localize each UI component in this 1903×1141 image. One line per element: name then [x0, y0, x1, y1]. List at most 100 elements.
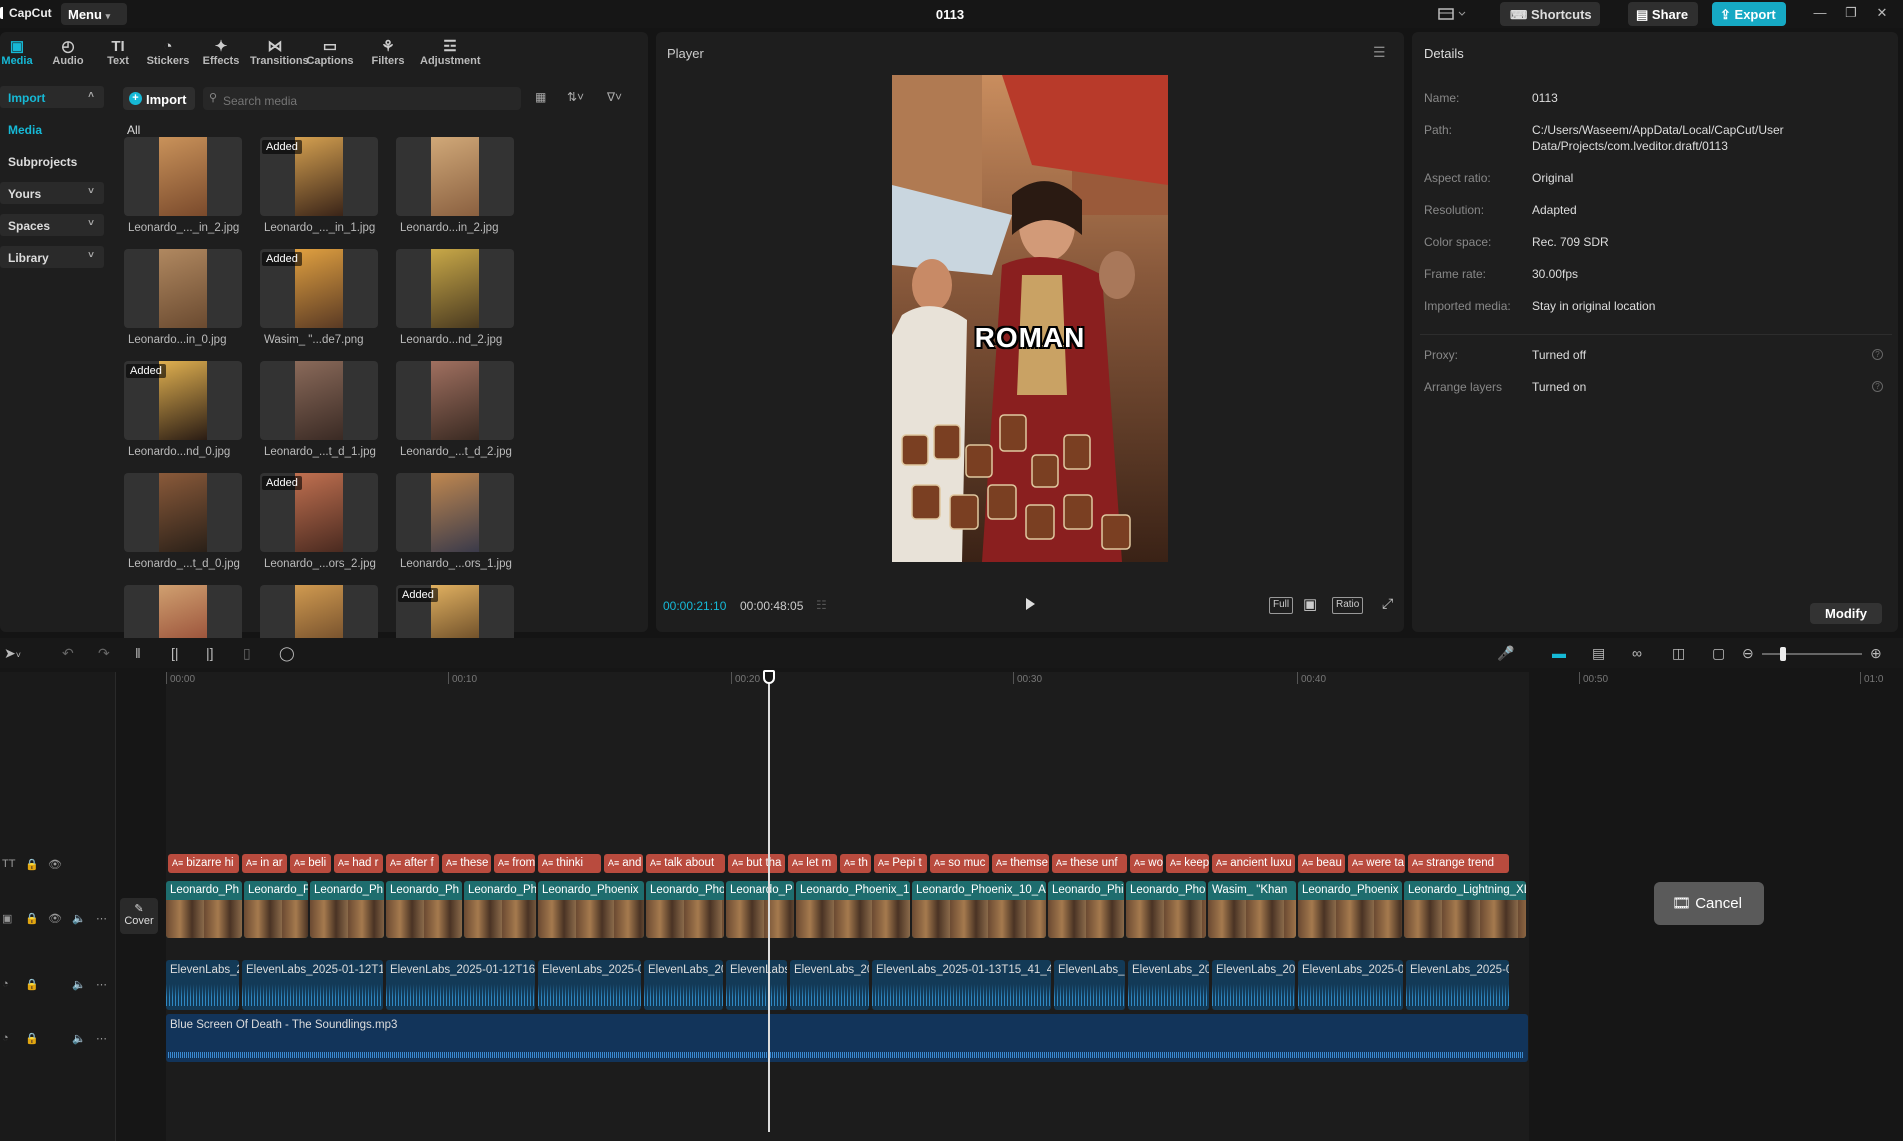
voiceover-clip[interactable]: ElevenLabs_2: [1054, 960, 1125, 1010]
tab-text[interactable]: TΙ Text: [93, 38, 143, 74]
caption-clip[interactable]: A≡ beli: [290, 854, 331, 873]
media-thumbnail[interactable]: [124, 249, 242, 328]
caption-clip[interactable]: A≡ these unf: [1052, 854, 1127, 873]
export-button[interactable]: ⇪ Export: [1712, 2, 1786, 26]
voiceover-clip[interactable]: ElevenLabs_2025-01-12T16_1: [386, 960, 535, 1010]
more-icon[interactable]: ⋯: [96, 1032, 107, 1045]
lock-icon[interactable]: 🔒: [25, 858, 39, 871]
search-input[interactable]: [203, 87, 521, 110]
tab-filters[interactable]: ⚘ Filters: [363, 38, 413, 74]
zoom-out-icon[interactable]: ⊖: [1742, 645, 1754, 662]
minimize-icon[interactable]: —: [1811, 5, 1829, 23]
tab-stickers[interactable]: ◔ Stickers: [143, 38, 193, 74]
speaker-icon[interactable]: 🔈: [72, 912, 86, 925]
media-thumbnail[interactable]: [396, 137, 514, 216]
video-clip[interactable]: Leonardo_Ph: [386, 881, 462, 938]
lock-icon[interactable]: 🔒: [25, 978, 39, 991]
caption-clip[interactable]: A≡ talk about: [646, 854, 725, 873]
voiceover-clip[interactable]: ElevenLabs_202: [1128, 960, 1209, 1010]
caption-clip[interactable]: A≡ from: [494, 854, 535, 873]
caption-toggle-icon[interactable]: ▢: [1712, 645, 1725, 662]
media-thumbnail[interactable]: [396, 473, 514, 552]
voiceover-clip[interactable]: ElevenLabs_2: [166, 960, 239, 1010]
sidebar-item-spaces[interactable]: Spaces ˅: [0, 214, 104, 236]
more-icon[interactable]: ⋯: [96, 912, 107, 925]
more-icon[interactable]: ⋯: [96, 978, 107, 991]
video-clip[interactable]: Leonardo_Ph: [166, 881, 242, 938]
lock-icon[interactable]: 🔒: [25, 912, 39, 925]
voiceover-clip[interactable]: ElevenLabs_202: [790, 960, 869, 1010]
hamburger-menu-icon[interactable]: ☰: [1373, 44, 1386, 61]
video-clip[interactable]: Wasim_ "Khan: [1208, 881, 1296, 938]
caption-clip[interactable]: A≡ keep: [1166, 854, 1209, 873]
split-left-icon[interactable]: [|: [171, 645, 179, 661]
sidebar-item-subprojects[interactable]: Subprojects: [0, 150, 104, 172]
full-button[interactable]: Full: [1269, 597, 1294, 614]
microphone-icon[interactable]: 🎤: [1497, 645, 1514, 662]
tab-effects[interactable]: ✦ Effects: [196, 38, 246, 74]
linkage-icon[interactable]: ∞: [1632, 645, 1642, 661]
sidebar-item-yours[interactable]: Yours ˅: [0, 182, 104, 204]
layout-icon[interactable]: [1437, 6, 1469, 22]
playhead-handle[interactable]: [763, 670, 775, 684]
voiceover-clip[interactable]: ElevenLabs_2025-01: [1406, 960, 1509, 1010]
sort-icon[interactable]: ⇅˅: [567, 90, 584, 104]
video-preview[interactable]: [892, 75, 1168, 562]
tab-adjustment[interactable]: ☲ Adjustment: [420, 38, 481, 74]
restore-icon[interactable]: ❐: [1842, 5, 1860, 23]
caption-clip[interactable]: A≡ let m: [788, 854, 837, 873]
tab-media[interactable]: ▣ Media: [0, 38, 42, 74]
undo-icon[interactable]: ↶: [62, 645, 74, 662]
media-thumbnail[interactable]: [124, 473, 242, 552]
voiceover-clip[interactable]: ElevenLabs_2025-01: [538, 960, 641, 1010]
caption-clip[interactable]: A≡ th: [840, 854, 871, 873]
split-right-icon[interactable]: |]: [206, 645, 214, 661]
help-icon[interactable]: ?: [1872, 349, 1883, 360]
video-clip[interactable]: Leonardo_Ph: [310, 881, 384, 938]
playhead[interactable]: [768, 672, 770, 1132]
sidebar-item-media[interactable]: Media: [0, 118, 104, 140]
split-icon[interactable]: ‖: [135, 645, 141, 661]
caption-clip[interactable]: A≡ themse: [992, 854, 1049, 873]
share-button[interactable]: ▤ Share: [1628, 2, 1698, 26]
ratio-button[interactable]: Ratio: [1332, 597, 1364, 614]
voiceover-clip[interactable]: ElevenLabs_2025-01-12T16: [242, 960, 383, 1010]
caption-clip[interactable]: A≡ beau: [1298, 854, 1345, 873]
video-clip[interactable]: Leonardo_Phoenix: [1298, 881, 1402, 938]
media-thumbnail[interactable]: [260, 361, 378, 440]
caption-clip[interactable]: A≡ Pepi t: [874, 854, 927, 873]
sidebar-item-import[interactable]: Import ˄: [0, 86, 104, 108]
auto-snap-icon[interactable]: ▤: [1592, 645, 1605, 662]
caption-clip[interactable]: A≡ these: [442, 854, 491, 873]
import-button[interactable]: + Import: [123, 87, 195, 110]
caption-clip[interactable]: A≡ bizarre hi: [168, 854, 239, 873]
shield-icon[interactable]: ◯: [279, 645, 295, 662]
video-clip[interactable]: Leonardo_Phi: [1048, 881, 1124, 938]
eye-icon[interactable]: 👁: [48, 858, 62, 871]
video-clip[interactable]: Leonardo_Phoenix_1: [796, 881, 910, 938]
caption-clip[interactable]: A≡ were ta: [1348, 854, 1405, 873]
caption-clip[interactable]: A≡ so muc: [930, 854, 989, 873]
shortcuts-button[interactable]: ⌨ Shortcuts: [1500, 2, 1600, 26]
voiceover-clip[interactable]: ElevenLabs_2025-01: [1298, 960, 1403, 1010]
cancel-button[interactable]: 🎞 Cancel: [1654, 882, 1764, 925]
caption-clip[interactable]: A≡ thinki: [538, 854, 601, 873]
media-thumbnail[interactable]: Added: [260, 137, 378, 216]
speaker-icon[interactable]: 🔈: [72, 1032, 86, 1045]
caption-clip[interactable]: A≡ after f: [386, 854, 439, 873]
voiceover-clip[interactable]: ElevenLabs: [726, 960, 787, 1010]
media-thumbnail[interactable]: [124, 137, 242, 216]
media-thumbnail[interactable]: Added: [260, 249, 378, 328]
media-thumbnail[interactable]: [396, 249, 514, 328]
video-clip[interactable]: Leonardo_Pho: [1126, 881, 1206, 938]
sidebar-item-library[interactable]: Library ˅: [0, 246, 104, 268]
video-clip[interactable]: Leonardo_Lightning_XL: [1404, 881, 1526, 938]
video-clip[interactable]: Leonardo_P: [726, 881, 794, 938]
caption-clip[interactable]: A≡ had r: [334, 854, 383, 873]
caption-clip[interactable]: A≡ but tha: [728, 854, 785, 873]
play-icon[interactable]: [1023, 596, 1037, 612]
zoom-slider[interactable]: [1762, 653, 1862, 655]
close-icon[interactable]: ✕: [1873, 5, 1891, 23]
screenshot-icon[interactable]: ▣: [1303, 595, 1317, 613]
speaker-icon[interactable]: 🔈: [72, 978, 86, 991]
